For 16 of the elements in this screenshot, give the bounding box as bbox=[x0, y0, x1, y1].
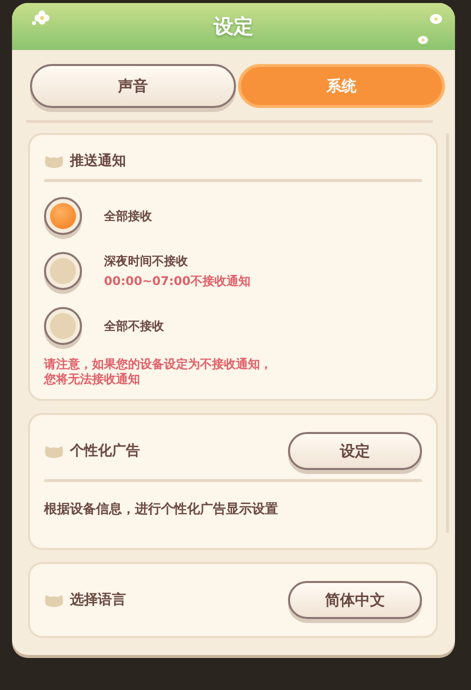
option-note: 00:00~07:00不接收通知 bbox=[104, 272, 250, 290]
flower-icon bbox=[30, 9, 50, 27]
section-title: 推送通知 bbox=[70, 152, 126, 170]
option-label: 深夜时间不接收 bbox=[104, 252, 189, 270]
section-title: 选择语言 bbox=[70, 591, 126, 609]
flower-icon bbox=[417, 35, 429, 45]
option-label: 全部接收 bbox=[104, 208, 152, 224]
flower-icon bbox=[429, 13, 443, 25]
option-label: 全部不接收 bbox=[104, 318, 164, 334]
cat-head-icon bbox=[44, 444, 64, 458]
cat-head-icon bbox=[44, 154, 64, 168]
warning-text: 请注意，如果您的设备设定为不接收通知， 您将无法接收通知 bbox=[44, 357, 273, 387]
window-title: 设定 bbox=[214, 13, 254, 40]
description-text: 根据设备信息，进行个性化广告显示设置 bbox=[44, 500, 279, 519]
cat-head-icon bbox=[44, 592, 64, 608]
section-title: 个性化广告 bbox=[70, 442, 140, 460]
